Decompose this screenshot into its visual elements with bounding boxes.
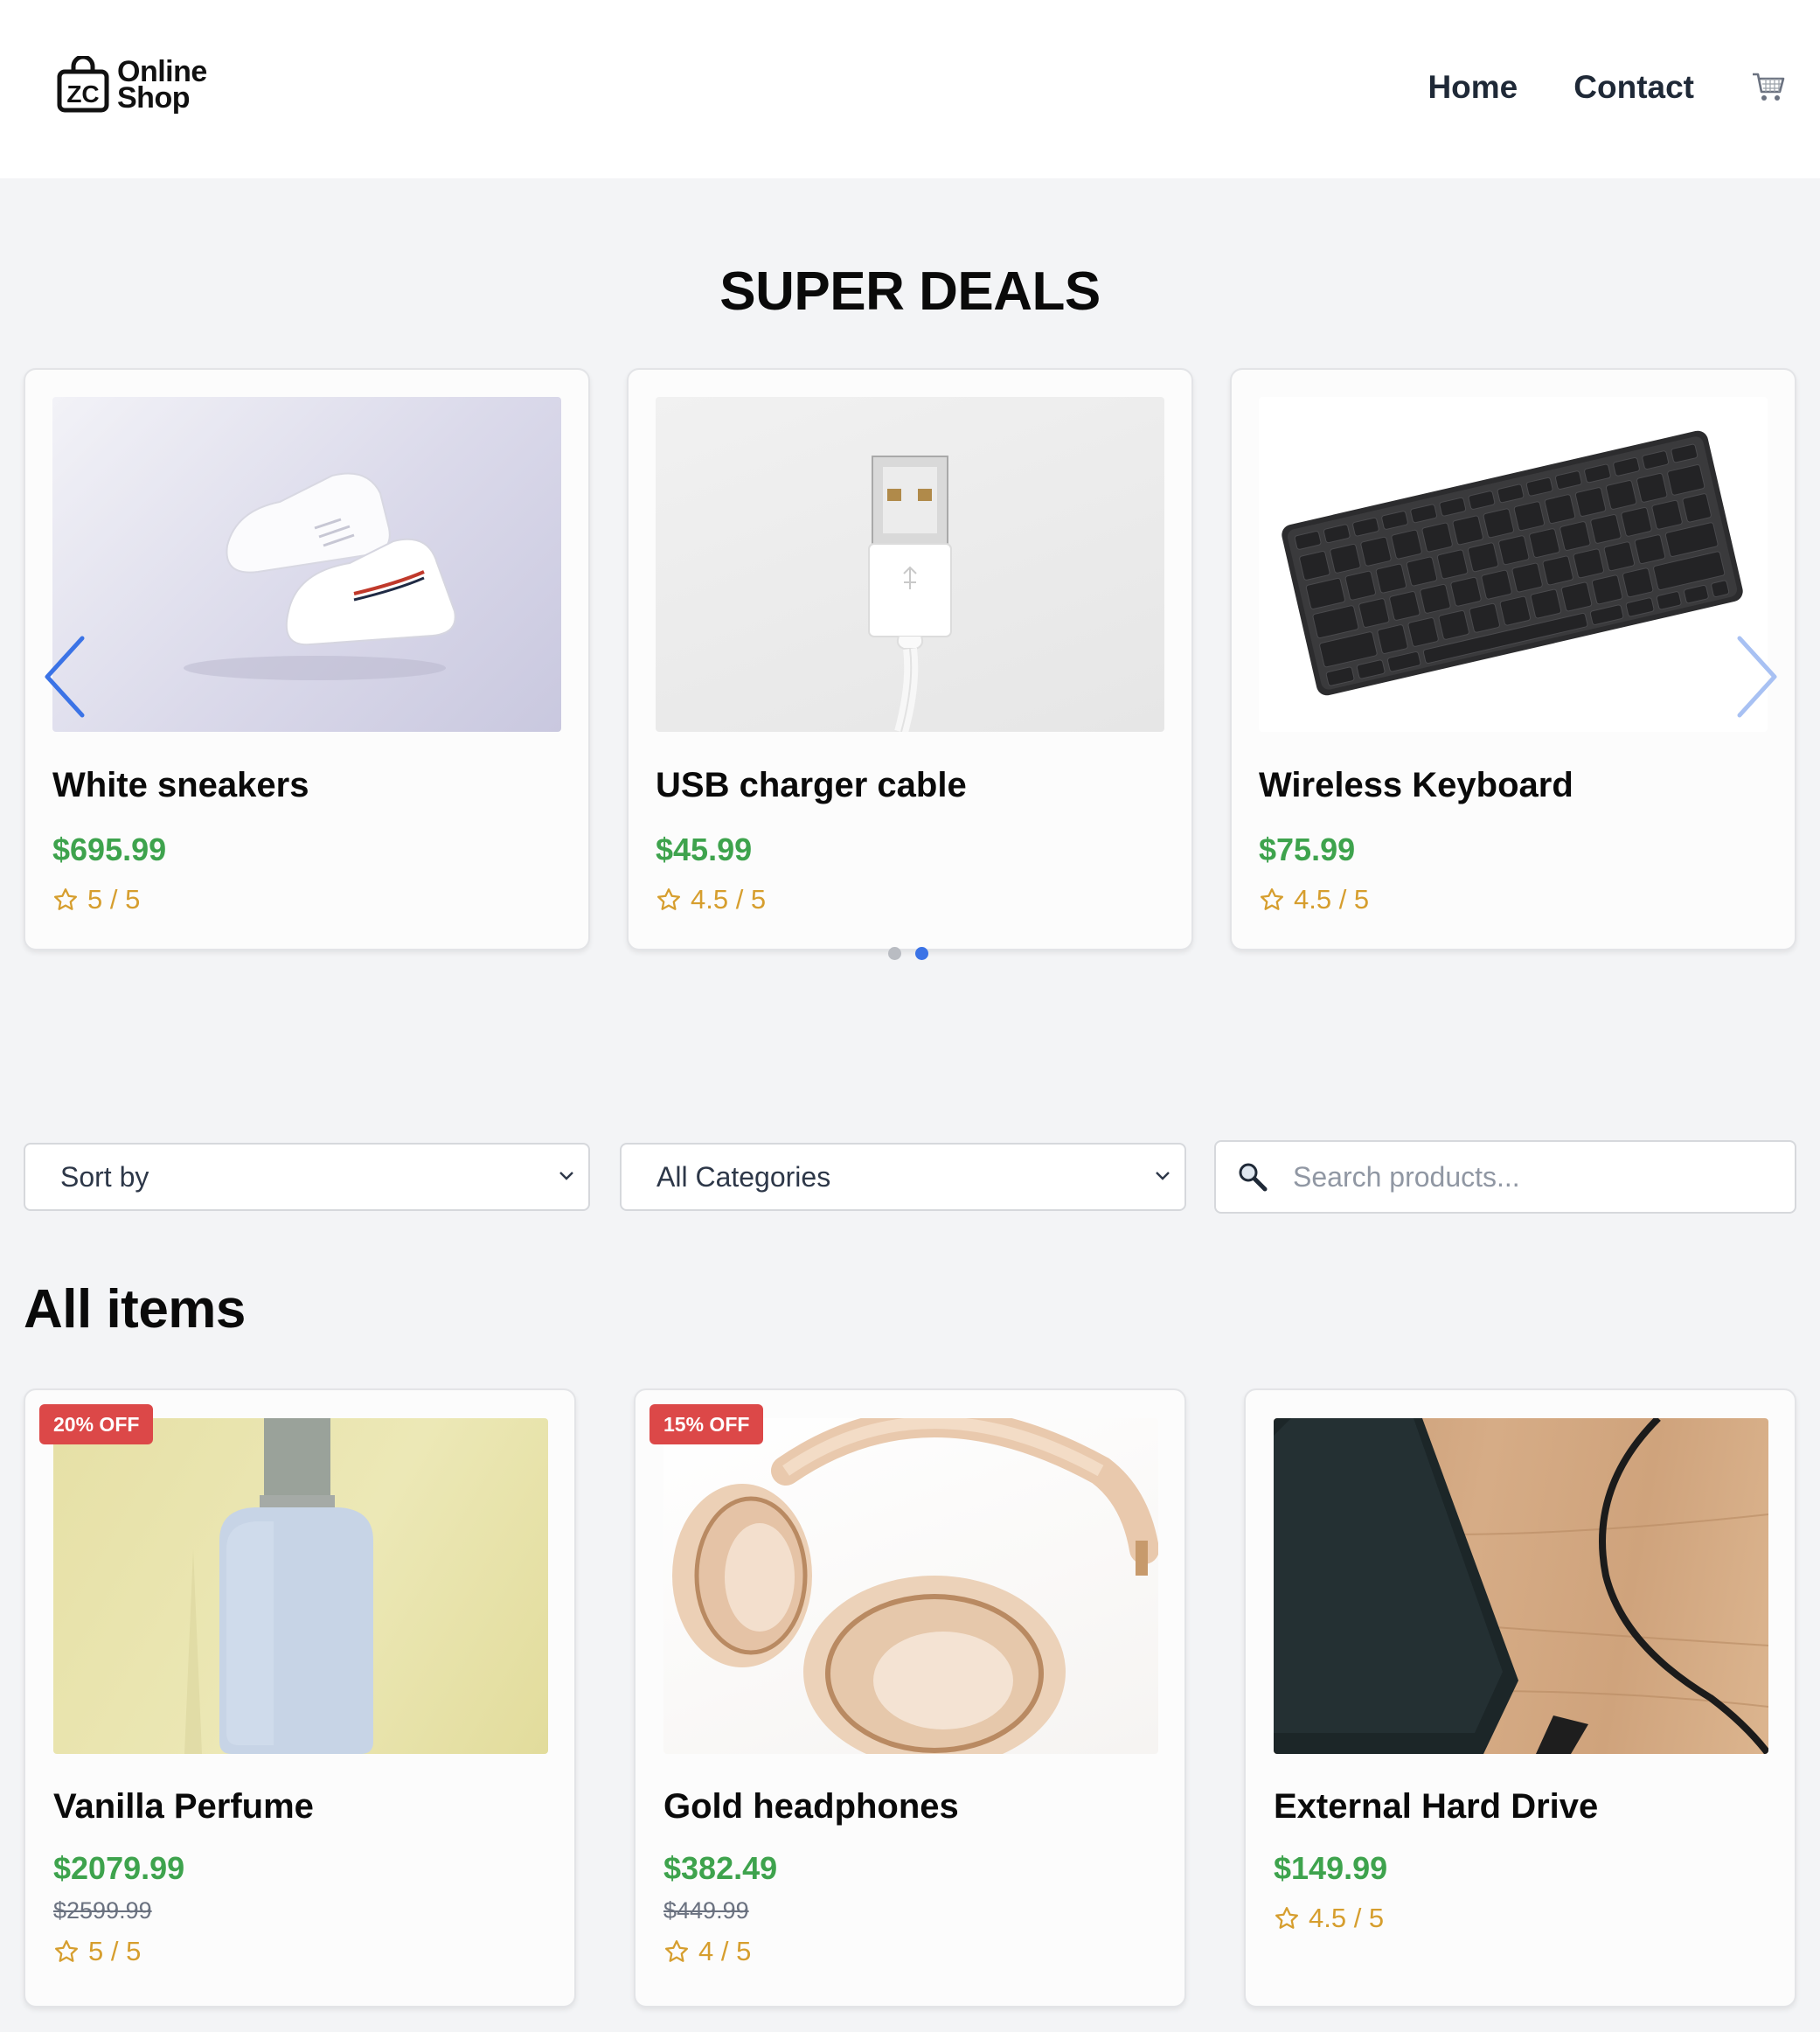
- star-outline-icon: [55, 1940, 78, 1962]
- white-sneakers-photo: [52, 397, 561, 732]
- rating-text: 4.5 / 5: [1309, 1903, 1385, 1933]
- rating-text: 4.5 / 5: [691, 884, 767, 915]
- product-name[interactable]: White sneakers: [52, 766, 309, 805]
- logo-text: Online Shop: [117, 57, 207, 115]
- product-price: $382.49: [663, 1850, 778, 1886]
- carousel-dots: [888, 947, 942, 960]
- carousel-prev-arrow-icon[interactable]: [38, 633, 91, 720]
- product-rating: 4.5 / 5: [1274, 1903, 1384, 1934]
- deal-card[interactable]: USB charger cable $45.99 4.5 / 5: [627, 368, 1193, 950]
- logo[interactable]: ZC Online Shop: [56, 54, 207, 115]
- svg-text:ZC: ZC: [66, 80, 99, 108]
- category-select[interactable]: All Categories: [620, 1143, 1186, 1211]
- product-rating: 4.5 / 5: [656, 884, 766, 915]
- rating-text: 4 / 5: [698, 1936, 752, 1966]
- headphones-photo: [663, 1418, 1158, 1754]
- product-rating: 5 / 5: [52, 884, 140, 915]
- shopping-bag-logo-icon: ZC: [57, 56, 109, 113]
- product-card[interactable]: External Hard Drive $149.99 4.5 / 5: [1244, 1388, 1796, 2008]
- site-header: ZC Online Shop Home Contact: [0, 0, 1820, 178]
- all-items-heading: All items: [24, 1279, 246, 1340]
- cart-icon[interactable]: [1750, 69, 1787, 106]
- discount-badge: 20% OFF: [39, 1404, 154, 1444]
- sort-by-label: Sort by: [60, 1160, 149, 1193]
- rating-text: 5 / 5: [88, 1936, 142, 1966]
- search-icon: [1237, 1161, 1268, 1193]
- product-name[interactable]: Vanilla Perfume: [53, 1787, 314, 1827]
- rating-text: 4.5 / 5: [1294, 884, 1370, 915]
- usb-cable-photo: [656, 397, 1164, 732]
- search-input[interactable]: [1291, 1159, 1749, 1194]
- nav-contact-link[interactable]: Contact: [1573, 69, 1694, 106]
- product-price: $695.99: [52, 832, 167, 867]
- chevron-down-icon: [559, 1172, 573, 1180]
- original-price: $2599.99: [53, 1897, 152, 1924]
- product-price: $149.99: [1274, 1850, 1388, 1886]
- carousel-dot-active[interactable]: [915, 947, 928, 960]
- original-price: $449.99: [663, 1897, 749, 1924]
- deal-card[interactable]: Wireless Keyboard $75.99 4.5 / 5: [1230, 368, 1796, 950]
- hard-drive-photo: [1274, 1418, 1768, 1754]
- star-outline-icon: [665, 1940, 688, 1962]
- chevron-down-icon: [1156, 1172, 1170, 1180]
- carousel-next-arrow-icon[interactable]: [1731, 633, 1783, 720]
- star-outline-icon: [1275, 1907, 1298, 1929]
- product-name[interactable]: USB charger cable: [656, 766, 967, 805]
- nav-home-link[interactable]: Home: [1428, 69, 1518, 106]
- logo-line-2: Shop: [117, 81, 190, 115]
- search-box[interactable]: [1214, 1140, 1796, 1214]
- product-rating: 5 / 5: [53, 1936, 141, 1967]
- star-outline-icon: [657, 888, 680, 910]
- keyboard-photo: [1259, 397, 1768, 732]
- product-card[interactable]: 15% OFF Gold headphones $382.49 $449.99 …: [634, 1388, 1186, 2008]
- star-outline-icon: [54, 888, 77, 910]
- category-label: All Categories: [656, 1160, 831, 1193]
- super-deals-heading: SUPER DEALS: [719, 261, 1101, 322]
- main-nav: Home Contact: [1428, 63, 1787, 112]
- product-name[interactable]: External Hard Drive: [1274, 1787, 1598, 1827]
- product-card[interactable]: 20% OFF Vanilla Perfume $2079.99 $2599.9…: [24, 1388, 576, 2008]
- product-rating: 4.5 / 5: [1259, 884, 1369, 915]
- star-outline-icon: [1261, 888, 1283, 910]
- carousel-dot[interactable]: [888, 947, 901, 960]
- deal-card[interactable]: White sneakers $695.99 5 / 5: [24, 368, 590, 950]
- product-rating: 4 / 5: [663, 1936, 751, 1967]
- rating-text: 5 / 5: [87, 884, 141, 915]
- product-name[interactable]: Wireless Keyboard: [1259, 766, 1573, 805]
- product-name[interactable]: Gold headphones: [663, 1787, 959, 1827]
- perfume-photo: [53, 1418, 548, 1754]
- product-price: $2079.99: [53, 1850, 185, 1886]
- sort-by-select[interactable]: Sort by: [24, 1143, 590, 1211]
- discount-badge: 15% OFF: [650, 1404, 764, 1444]
- product-price: $75.99: [1259, 832, 1356, 867]
- product-price: $45.99: [656, 832, 753, 867]
